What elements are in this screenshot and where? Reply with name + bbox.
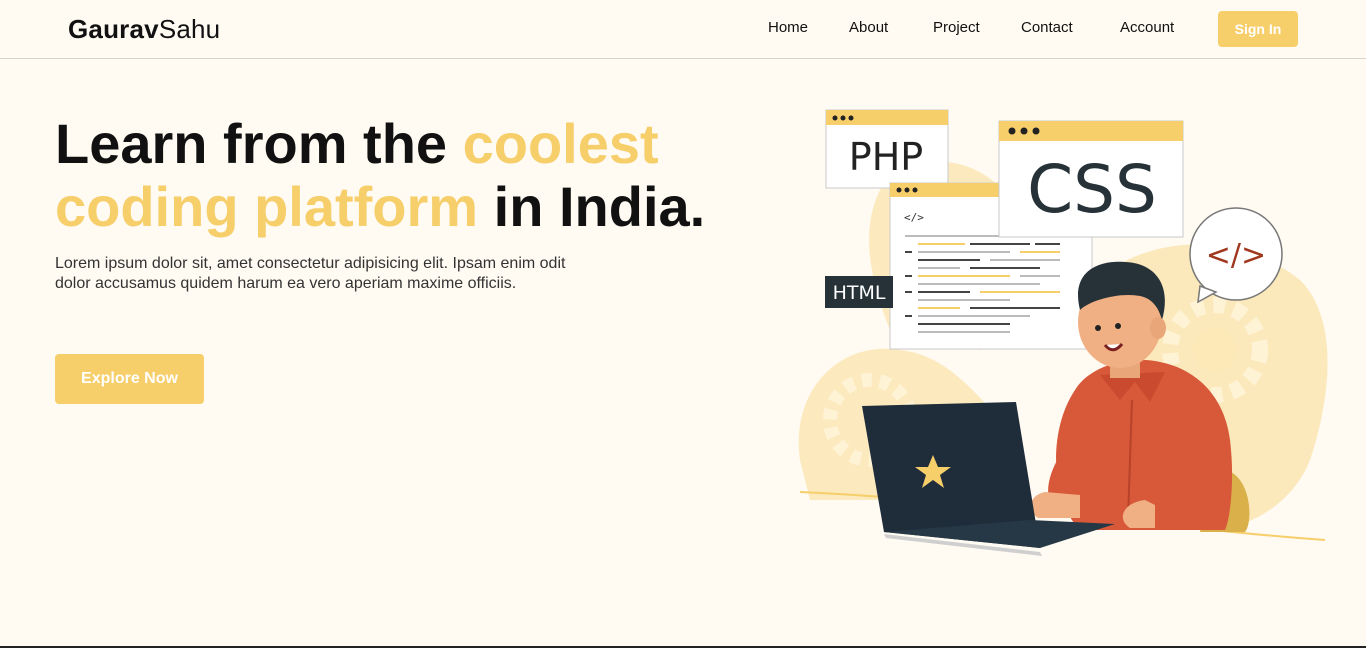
headline-accent1: coolest (462, 112, 659, 175)
hero-illustration: PHP </> CSS HTML </> (780, 100, 1340, 570)
nav-item-about[interactable]: About (849, 19, 888, 36)
brand-second: Sahu (158, 14, 221, 44)
nav-item-home[interactable]: Home (768, 19, 808, 36)
hero-headline: Learn from the coolest coding platform i… (55, 112, 755, 238)
bubble-code-icon: </> (1206, 238, 1266, 273)
sign-in-button[interactable]: Sign In (1218, 11, 1298, 47)
nav-item-project[interactable]: Project (933, 19, 980, 36)
html-label: HTML (833, 282, 886, 304)
php-label: PHP (849, 135, 923, 179)
css-window: CSS (998, 120, 1184, 238)
hero-description: Lorem ipsum dolor sit, amet consectetur … (55, 255, 566, 292)
site-header: GauravSahu Home About Project Contact Ac… (0, 0, 1366, 59)
headline-part1: Learn from the (55, 112, 463, 175)
brand-logo[interactable]: GauravSahu (68, 14, 220, 45)
headline-part2: in India. (478, 175, 706, 238)
html-badge: HTML (825, 276, 893, 308)
gear-hub (1193, 328, 1237, 372)
css-label: CSS (1027, 151, 1157, 228)
code-tag-label: </> (904, 211, 924, 224)
coding-illustration: PHP </> CSS HTML </> (798, 109, 1328, 556)
headline-accent2: coding platform (55, 175, 479, 238)
nav-item-contact[interactable]: Contact (1021, 19, 1073, 36)
explore-now-button[interactable]: Explore Now (55, 354, 204, 404)
brand-first: Gaurav (68, 14, 159, 44)
nav-item-account[interactable]: Account (1120, 19, 1174, 36)
php-window: PHP (825, 109, 949, 189)
